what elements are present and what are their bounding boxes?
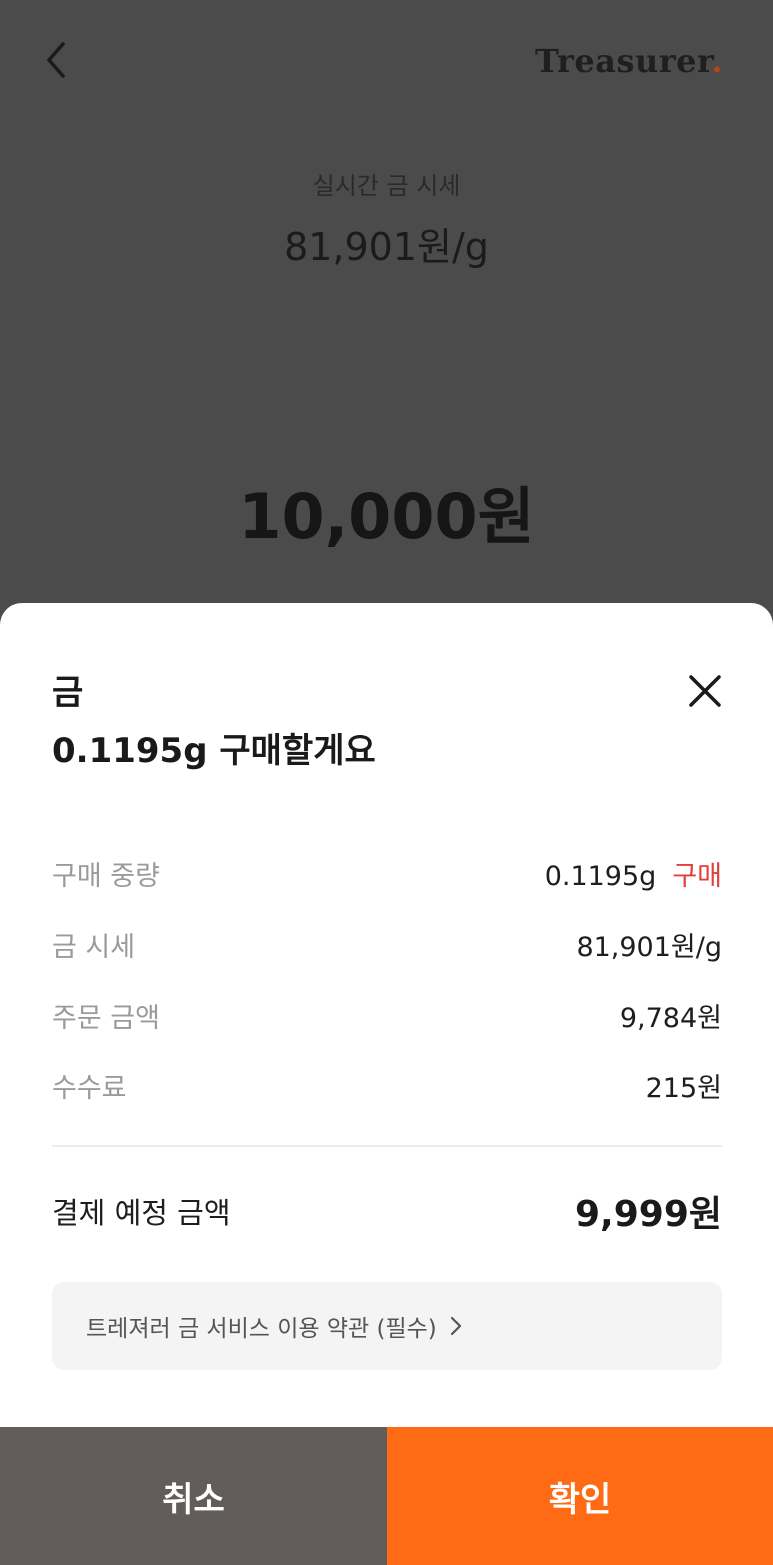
- detail-row-gold-price: 금 시세 81,901원/g: [52, 924, 722, 964]
- row-label: 구매 중량: [52, 860, 160, 892]
- row-value: 0.1195g: [544, 860, 657, 892]
- row-value-group: 0.1195g 구매: [545, 854, 722, 893]
- row-label: 금 시세: [52, 931, 136, 963]
- row-label: 수수료: [52, 1072, 127, 1104]
- close-button[interactable]: [685, 671, 725, 711]
- close-icon: [689, 675, 721, 707]
- realtime-price-label: 실시간 금 시세: [312, 172, 461, 200]
- detail-row-fee: 수수료 215원: [52, 1065, 722, 1105]
- buy-tag: 구매: [672, 860, 722, 892]
- row-value: 215원: [645, 1072, 722, 1104]
- logo-dot: .: [711, 42, 723, 80]
- terms-link[interactable]: 트레져러 금 서비스 이용 약관 (필수): [52, 1282, 722, 1370]
- confirm-button[interactable]: 확인: [387, 1427, 773, 1565]
- total-row: 결제 예정 금액 9,999원: [52, 1188, 722, 1235]
- detail-row-order-amount: 주문 금액 9,784원: [52, 995, 722, 1035]
- back-button[interactable]: [36, 38, 76, 82]
- terms-text: 트레져러 금 서비스 이용 약관 (필수): [86, 1316, 437, 1342]
- logo-text: Treasurer: [535, 42, 712, 80]
- detail-row-weight: 구매 중량 0.1195g 구매: [52, 853, 722, 893]
- purchase-amount: 10,000원: [238, 480, 535, 553]
- sheet-title-quantity: 0.1195g 구매할게요: [52, 731, 376, 771]
- row-label: 주문 금액: [52, 1002, 160, 1034]
- row-value: 81,901원/g: [576, 931, 722, 963]
- chevron-right-icon: [449, 1315, 463, 1337]
- brand-logo: Treasurer.: [535, 42, 723, 80]
- row-value: 9,784원: [619, 1002, 722, 1034]
- sheet-title-asset: 금: [52, 673, 84, 713]
- total-value: 9,999원: [575, 1194, 722, 1235]
- chevron-left-icon: [47, 42, 65, 78]
- realtime-price-value: 81,901원/g: [284, 225, 489, 269]
- cancel-button[interactable]: 취소: [0, 1427, 387, 1565]
- total-label: 결제 예정 금액: [52, 1196, 231, 1230]
- confirm-bottom-sheet: 금 0.1195g 구매할게요 구매 중량 0.1195g 구매 금 시세 81,…: [0, 603, 773, 1565]
- divider: [52, 1145, 722, 1147]
